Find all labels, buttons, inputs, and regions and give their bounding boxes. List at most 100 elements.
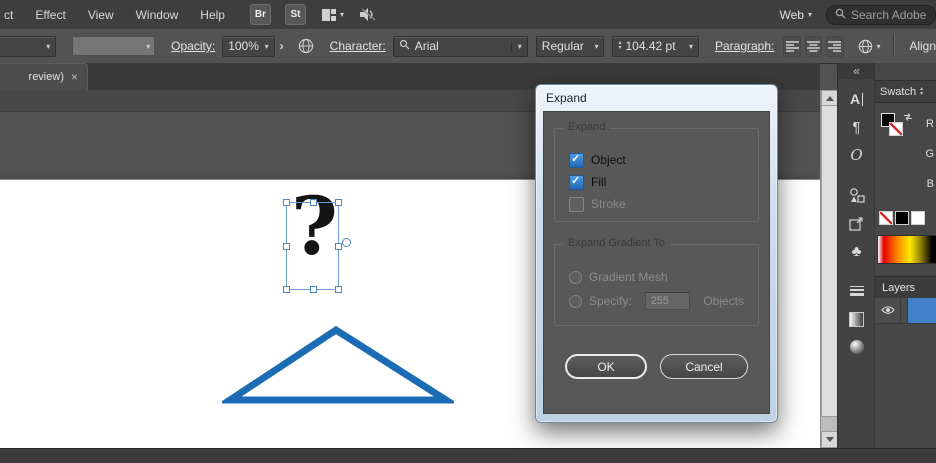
none-swatch[interactable] bbox=[879, 211, 893, 225]
fill-checkbox[interactable]: ✓ bbox=[569, 175, 584, 190]
align-panel-label[interactable]: Align bbox=[909, 39, 936, 53]
font-style-combo[interactable]: Regular ▾ bbox=[536, 36, 605, 57]
selection-handle[interactable] bbox=[283, 286, 290, 293]
language-globe-icon[interactable]: ▾ bbox=[858, 39, 881, 54]
stock-button[interactable]: St bbox=[285, 4, 306, 25]
selection-handle[interactable] bbox=[310, 199, 317, 206]
black-swatch[interactable] bbox=[895, 211, 909, 225]
layer-visibility-cell[interactable] bbox=[875, 298, 901, 323]
align-left-button[interactable] bbox=[783, 36, 800, 57]
transform-panel-icon[interactable] bbox=[838, 209, 875, 237]
paragraph-panel-icon[interactable]: ¶ bbox=[838, 113, 875, 141]
quick-swatches[interactable] bbox=[879, 211, 925, 225]
stepper-arrows-icon[interactable]: ▴▾ bbox=[618, 41, 621, 51]
bridge-button[interactable]: Br bbox=[250, 4, 271, 25]
vertical-scrollbar[interactable] bbox=[820, 90, 838, 448]
cancel-button[interactable]: Cancel bbox=[660, 354, 748, 379]
align-center-button[interactable] bbox=[805, 36, 822, 57]
expand-panels-icon[interactable]: « bbox=[838, 63, 875, 79]
paragraph-label[interactable]: Paragraph: bbox=[715, 39, 774, 53]
bottom-bar bbox=[0, 448, 936, 463]
dialog-title[interactable]: Expand bbox=[536, 85, 777, 111]
workspace-label: Web bbox=[780, 8, 804, 22]
menu-item-truncated[interactable]: ct bbox=[0, 8, 24, 22]
selection-handle[interactable] bbox=[335, 286, 342, 293]
gradient-sphere-icon[interactable] bbox=[838, 333, 875, 361]
menu-item-help[interactable]: Help bbox=[189, 8, 236, 22]
swatches-panel-label: Swatch bbox=[880, 86, 916, 98]
arrange-documents-icon[interactable]: ▾ bbox=[322, 9, 344, 21]
menu-item-window[interactable]: Window bbox=[125, 8, 190, 22]
character-panel-icon[interactable]: A bbox=[838, 85, 875, 113]
expand-group-label: Expand bbox=[563, 121, 610, 133]
chevron-down-icon: ▾ bbox=[877, 42, 881, 51]
speaker-icon[interactable] bbox=[360, 8, 377, 21]
fill-checkbox-row[interactable]: ✓ Fill bbox=[569, 171, 744, 193]
selection-side-handle[interactable] bbox=[342, 238, 351, 247]
align-right-button[interactable] bbox=[826, 36, 843, 57]
font-family-combo[interactable]: Arial ▾ bbox=[393, 36, 528, 57]
menu-bar: ct Effect View Window Help Br St ▾ Web ▾… bbox=[0, 0, 936, 30]
symbols-panel-icon[interactable]: ♣ bbox=[838, 237, 875, 265]
triangle-shape[interactable] bbox=[222, 320, 454, 406]
document-tab-label: review) bbox=[29, 71, 64, 83]
gradient-panel-icon[interactable] bbox=[838, 305, 875, 333]
font-size-stepper[interactable]: ▴▾ 104.42 pt ▾ bbox=[612, 36, 699, 57]
object-checkbox[interactable]: ✓ bbox=[569, 153, 584, 168]
green-slider-label: G bbox=[925, 148, 934, 160]
specify-input: 255 bbox=[645, 292, 691, 310]
opentype-panel-icon[interactable]: O bbox=[838, 141, 875, 169]
stroke-width-combo[interactable]: ▾ bbox=[0, 36, 56, 57]
blue-slider-label: B bbox=[927, 178, 934, 190]
dialog-button-row: OK Cancel bbox=[544, 354, 769, 379]
stroke-panel-icon[interactable] bbox=[838, 277, 875, 305]
expand-group: Expand ✓ Object ✓ Fill Stroke bbox=[554, 128, 759, 222]
layer-row[interactable] bbox=[875, 298, 936, 324]
gradient-mesh-radio bbox=[569, 271, 582, 284]
selection-handle[interactable] bbox=[335, 243, 342, 250]
fill-stroke-proxy[interactable] bbox=[881, 111, 915, 139]
document-tab[interactable]: review) × bbox=[0, 63, 88, 90]
layers-panel-body bbox=[875, 298, 936, 448]
selection-handle[interactable] bbox=[283, 199, 290, 206]
globe-icon[interactable] bbox=[298, 38, 314, 54]
opacity-label[interactable]: Opacity: bbox=[171, 39, 215, 53]
chevron-down-icon: ▾ bbox=[589, 42, 598, 51]
swatches-panel-tab[interactable]: Swatch ▴▾ bbox=[875, 80, 936, 103]
ok-button[interactable]: OK bbox=[565, 354, 647, 379]
close-tab-icon[interactable]: × bbox=[71, 70, 78, 84]
panel-resize-icon[interactable]: ▴▾ bbox=[920, 87, 923, 97]
opacity-flyout-chevron[interactable]: › bbox=[280, 39, 284, 53]
opacity-combo[interactable]: 100% ▾ bbox=[222, 36, 274, 57]
workspace-switcher[interactable]: Web ▾ bbox=[780, 8, 812, 22]
font-name-value: Arial bbox=[415, 39, 439, 53]
selection-handle[interactable] bbox=[335, 199, 342, 206]
swap-fill-stroke-icon[interactable] bbox=[903, 111, 913, 125]
search-field[interactable]: Search Adobe bbox=[826, 5, 936, 25]
selection-bounding-box[interactable] bbox=[286, 202, 339, 290]
menu-item-effect[interactable]: Effect bbox=[24, 8, 76, 22]
stroke-none-swatch[interactable] bbox=[889, 122, 903, 136]
appearance-panel-icon[interactable] bbox=[838, 181, 875, 209]
menu-item-view[interactable]: View bbox=[77, 8, 125, 22]
chevron-down-icon: ▾ bbox=[41, 42, 50, 51]
selection-handle[interactable] bbox=[283, 243, 290, 250]
object-checkbox-row[interactable]: ✓ Object bbox=[569, 149, 744, 171]
font-size-value: 104.42 pt bbox=[625, 39, 675, 53]
brush-definition-well[interactable]: ▾ bbox=[72, 36, 155, 56]
stroke-checkbox bbox=[569, 197, 584, 212]
stroke-checkbox-row: Stroke bbox=[569, 193, 744, 215]
layer-thumbnail-cell[interactable] bbox=[901, 298, 908, 323]
character-label[interactable]: Character: bbox=[330, 39, 386, 53]
layer-selected-highlight[interactable] bbox=[908, 298, 936, 323]
eye-icon[interactable] bbox=[881, 304, 895, 318]
layers-panel-tab[interactable]: Layers bbox=[875, 276, 936, 299]
font-search-icon bbox=[399, 39, 410, 53]
color-spectrum-bar[interactable] bbox=[877, 235, 936, 264]
expand-gradient-group: Expand Gradient To Gradient Mesh Specify… bbox=[554, 244, 759, 326]
chevron-down-icon: ▾ bbox=[511, 42, 522, 51]
white-swatch[interactable] bbox=[911, 211, 925, 225]
separator bbox=[893, 35, 894, 57]
specify-radio bbox=[569, 295, 582, 308]
selection-handle[interactable] bbox=[310, 286, 317, 293]
